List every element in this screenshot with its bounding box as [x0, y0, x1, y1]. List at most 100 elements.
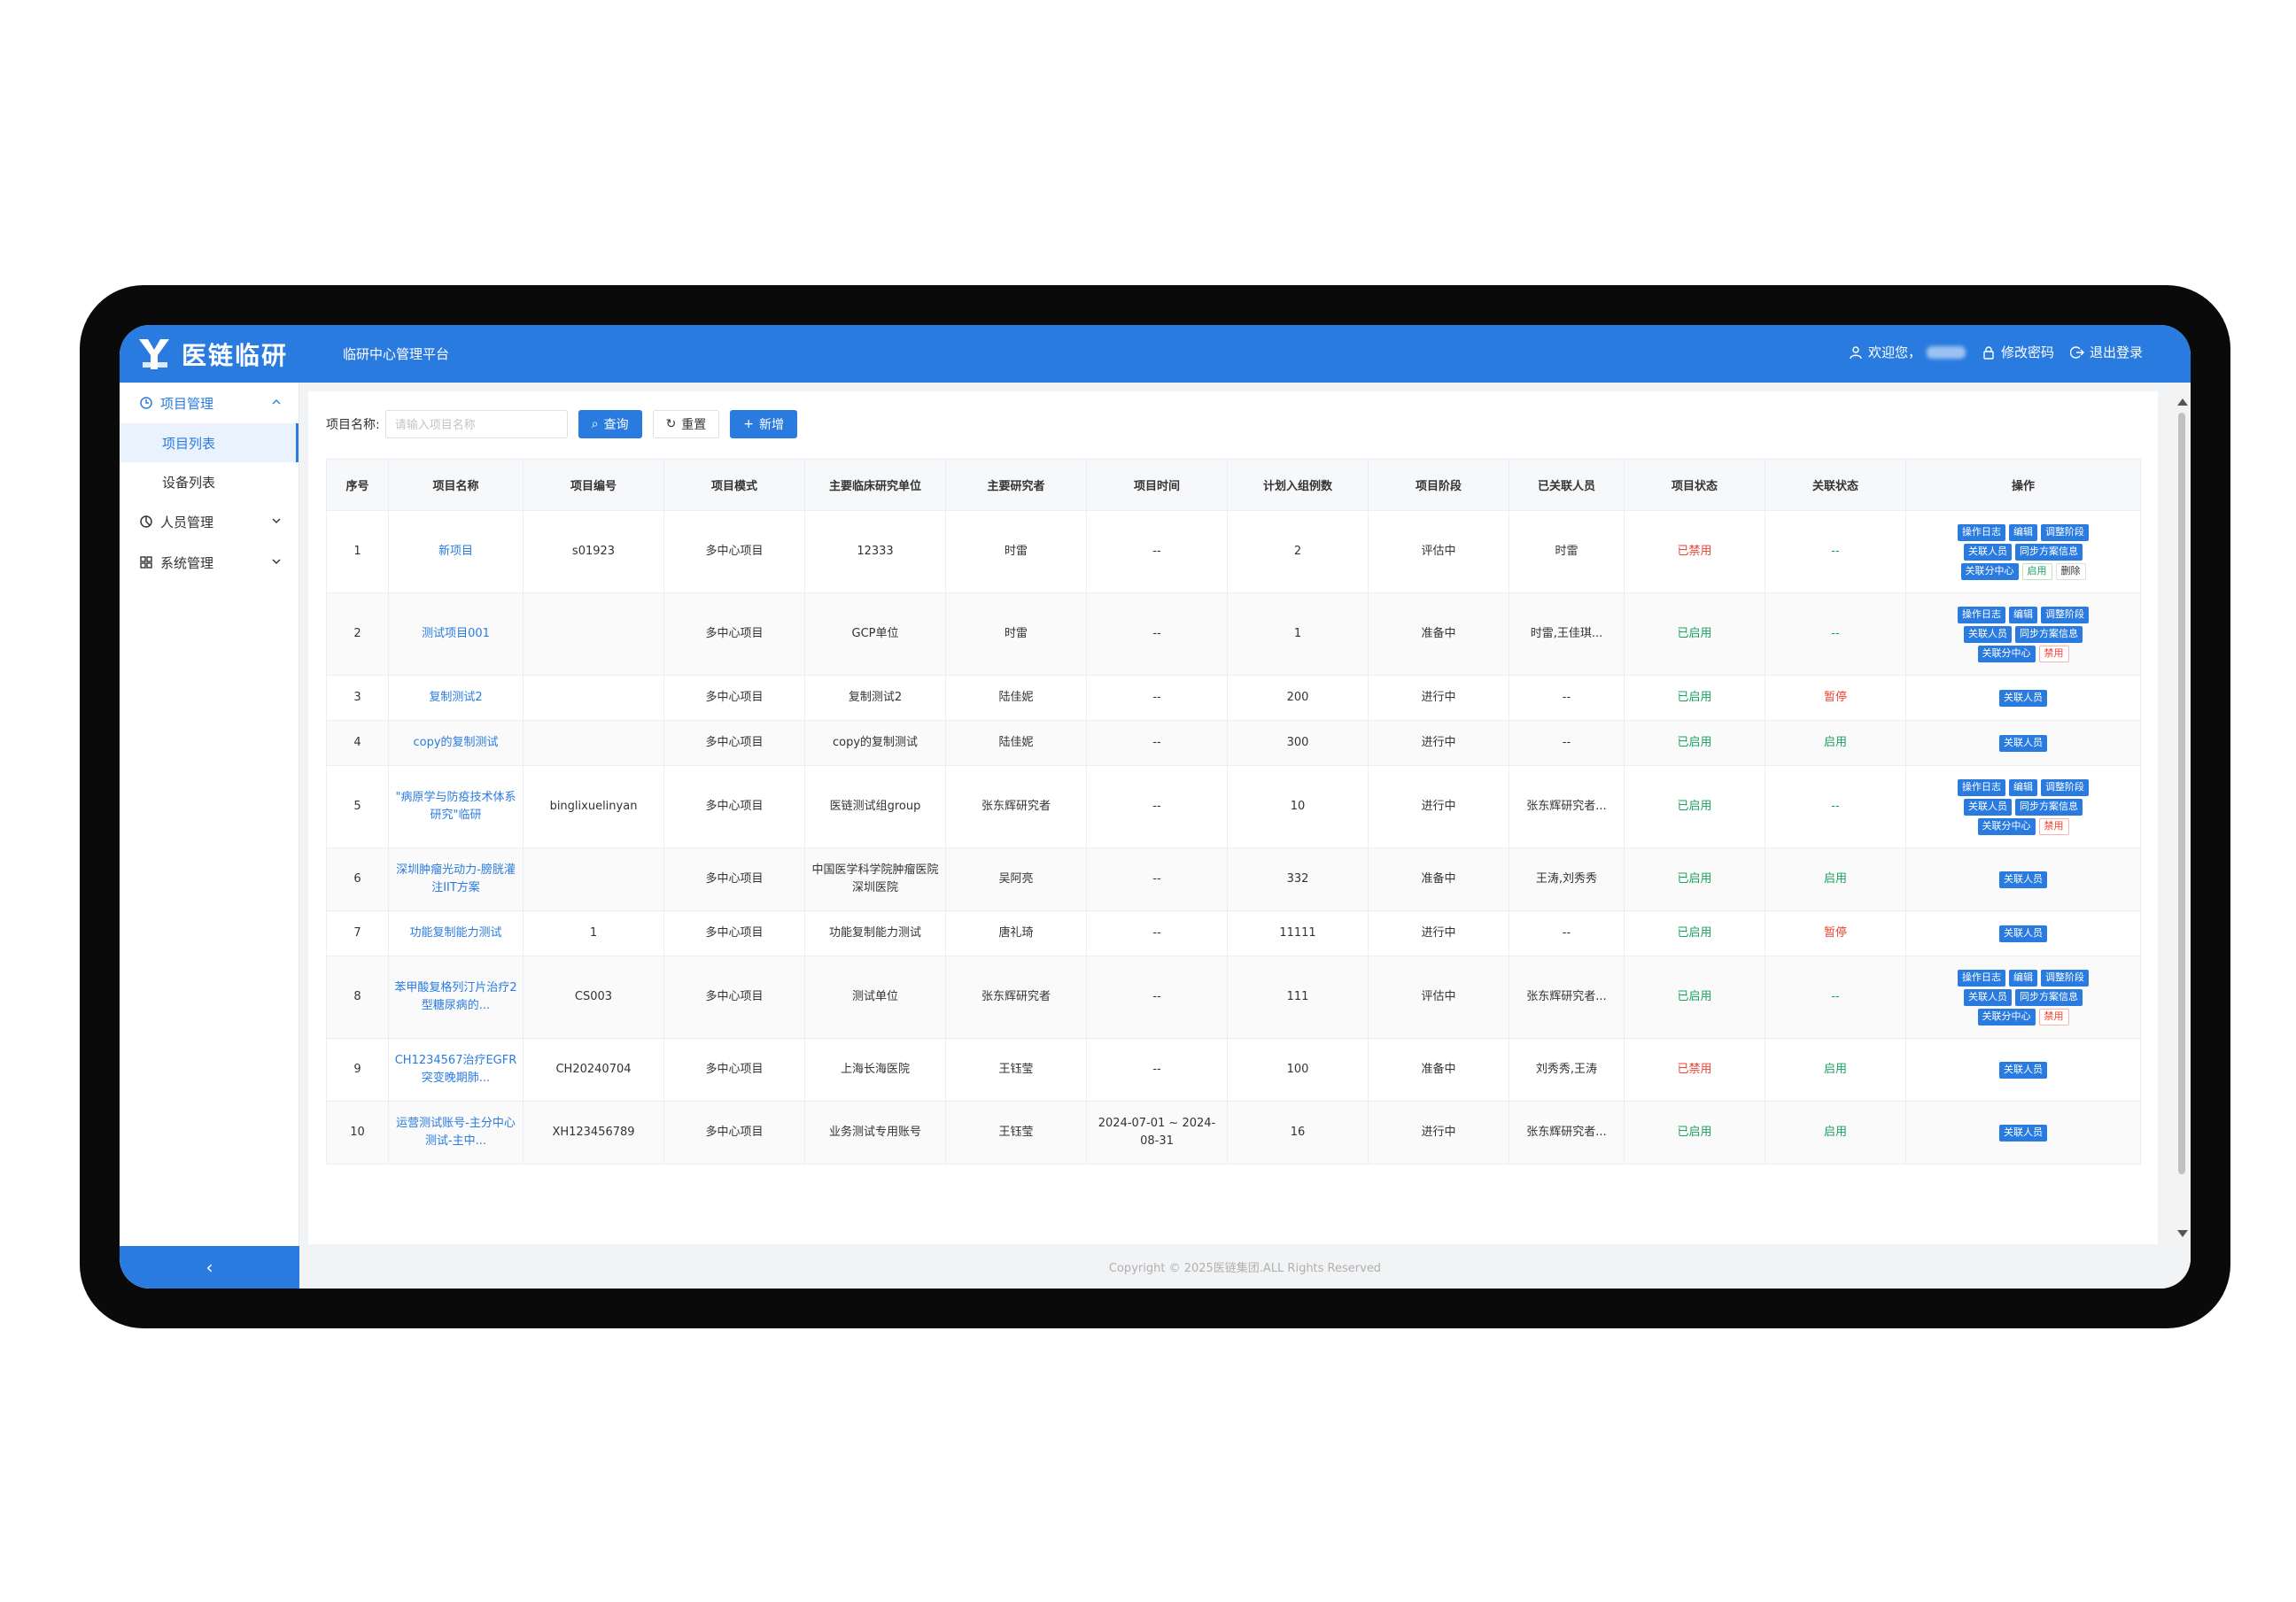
vertical-scrollbar[interactable]: [2173, 391, 2191, 1244]
link-sub-center-button[interactable]: 关联分中心: [1977, 817, 2036, 835]
linked-members-text: --: [1562, 691, 1571, 704]
project-status-text: 已启用: [1677, 1126, 1712, 1139]
edit-button[interactable]: 编辑: [2009, 606, 2037, 623]
principal-investigator: 王钰莹: [945, 1038, 1087, 1102]
project-name-input[interactable]: [384, 410, 568, 438]
project-name-link[interactable]: CH1234567治疗EGFR突变晚期肺...: [388, 1038, 524, 1102]
scrollbar-thumb[interactable]: [2178, 413, 2185, 1174]
link-members-button[interactable]: 关联人员: [1999, 925, 2047, 942]
project-name-link[interactable]: 深圳肿瘤光动力-膀胱灌注IIT方案: [388, 847, 524, 911]
row-actions: 操作日志 编辑 调整阶段关联人员 同步方案信息 关联分中心 禁用: [1905, 765, 2141, 848]
adjust-stage-button[interactable]: 调整阶段: [2041, 778, 2089, 796]
project-status-text: 已启用: [1677, 800, 1712, 813]
project-mode: 多中心项目: [663, 765, 805, 848]
add-button[interactable]: + 新增: [730, 410, 798, 438]
link-sub-center-button[interactable]: 关联分中心: [1977, 1008, 2036, 1025]
project-name-link-text: 深圳肿瘤光动力-膀胱灌注IIT方案: [396, 863, 516, 894]
delete-button[interactable]: 删除: [2055, 562, 2086, 580]
adjust-stage-button[interactable]: 调整阶段: [2041, 523, 2089, 541]
edit-button[interactable]: 编辑: [2009, 523, 2037, 541]
toggle-status-button[interactable]: 禁用: [2038, 1008, 2069, 1025]
link-members-button[interactable]: 关联人员: [1999, 734, 2047, 752]
operation-log-button[interactable]: 操作日志: [1958, 523, 2005, 541]
project-mode: 多中心项目: [663, 720, 805, 766]
row-index: 10: [326, 1101, 389, 1165]
sync-plan-button[interactable]: 同步方案信息: [2015, 988, 2083, 1006]
sync-plan-button[interactable]: 同步方案信息: [2015, 798, 2083, 816]
operation-log-button[interactable]: 操作日志: [1958, 606, 2005, 623]
table-row: 1 新项目 s01923 多中心项目 12333 时雷 -- 2 评估中 时雷 已禁用 -- 操作日志编…: [326, 510, 2141, 593]
project-status-text: 已启用: [1677, 627, 1712, 640]
link-members-button[interactable]: 关联人员: [1964, 543, 2012, 561]
scroll-up-icon[interactable]: [2177, 399, 2188, 406]
link-members-button[interactable]: 关联人员: [1964, 798, 2012, 816]
link-status-text: 暂停: [1823, 926, 1847, 940]
linked-members-text: --: [1562, 736, 1571, 749]
link-members-button[interactable]: 关联人员: [1999, 1124, 2047, 1142]
project-name-link[interactable]: 复制测试2: [388, 675, 524, 721]
project-status-text: 已启用: [1677, 736, 1712, 749]
principal-investigator: 陆佳妮: [945, 675, 1087, 721]
linked-members: --: [1509, 675, 1625, 721]
link-members-button[interactable]: 关联人员: [1999, 1061, 2047, 1079]
link-sub-center-button[interactable]: 关联分中心: [1977, 645, 2036, 662]
user-welcome[interactable]: 欢迎您，: [1849, 343, 1966, 361]
project-stage: 评估中: [1368, 956, 1509, 1039]
toggle-status-button[interactable]: 启用: [2021, 562, 2052, 580]
planned-enrollment-text: 111: [1286, 990, 1309, 1003]
content-panel: 项目名称: ⌕ 查询 ↻ 重置 + 新增: [308, 391, 2158, 1244]
scroll-down-icon[interactable]: [2177, 1230, 2188, 1237]
adjust-stage-button[interactable]: 调整阶段: [2041, 969, 2089, 987]
link-status-text: 启用: [1823, 1063, 1847, 1076]
link-members-button[interactable]: 关联人员: [1964, 988, 2012, 1006]
link-status: --: [1765, 956, 1906, 1039]
research-unit: 测试单位: [804, 956, 946, 1039]
change-password-link[interactable]: 修改密码: [1982, 343, 2054, 361]
project-name-link[interactable]: 测试项目001: [388, 592, 524, 676]
table-row: 5 "病原学与防疫技术体系研究"临研 binglixuelinyan 多中心项目 医链测…: [326, 765, 2141, 848]
project-name-link[interactable]: 功能复制能力测试: [388, 910, 524, 956]
logout-link[interactable]: 退出登录: [2069, 343, 2143, 361]
sidebar-item-project-list[interactable]: 项目列表: [120, 423, 299, 462]
project-name-link[interactable]: 新项目: [388, 510, 524, 593]
sidebar-group-system[interactable]: 系统管理: [120, 542, 299, 583]
edit-button[interactable]: 编辑: [2009, 778, 2037, 796]
project-time: --: [1086, 910, 1228, 956]
sync-plan-button[interactable]: 同步方案信息: [2015, 625, 2083, 643]
research-unit-text: 复制测试2: [848, 691, 903, 704]
link-sub-center-button[interactable]: 关联分中心: [1960, 562, 2019, 580]
edit-button[interactable]: 编辑: [2009, 969, 2037, 987]
toggle-status-button[interactable]: 禁用: [2038, 817, 2069, 835]
link-members-button[interactable]: 关联人员: [1999, 689, 2047, 707]
planned-enrollment-text: 200: [1286, 691, 1309, 704]
reset-button[interactable]: ↻ 重置: [652, 410, 720, 438]
operation-log-button[interactable]: 操作日志: [1958, 969, 2005, 987]
system-icon: [140, 556, 152, 569]
column-header: 已关联人员: [1509, 459, 1625, 511]
link-status: --: [1765, 510, 1906, 593]
link-status: --: [1765, 592, 1906, 676]
project-time: --: [1086, 675, 1228, 721]
welcome-text: 欢迎您，: [1867, 344, 1921, 360]
project-name-link[interactable]: "病原学与防疫技术体系研究"临研: [388, 765, 524, 848]
sidebar-collapse-button[interactable]: ‹: [120, 1246, 299, 1289]
footer-copyright: Copyright © 2025医链集团.ALL Rights Reserved: [1108, 1261, 1382, 1275]
sync-plan-button[interactable]: 同步方案信息: [2015, 543, 2083, 561]
query-button[interactable]: ⌕ 查询: [578, 410, 642, 438]
sidebar-item-device-list[interactable]: 设备列表: [120, 462, 299, 501]
project-mode: 多中心项目: [663, 956, 805, 1039]
project-name-link[interactable]: 运营测试账号-主分中心测试-主中...: [388, 1101, 524, 1165]
project-name-link[interactable]: 苯甲酸复格列汀片治疗2型糖尿病的...: [388, 956, 524, 1039]
project-name-link[interactable]: copy的复制测试: [388, 720, 524, 766]
link-members-button[interactable]: 关联人员: [1964, 625, 2012, 643]
research-unit-text: 功能复制能力测试: [828, 926, 921, 940]
link-members-button[interactable]: 关联人员: [1999, 871, 2047, 888]
sidebar-group-project[interactable]: 项目管理: [120, 383, 299, 423]
principal-investigator-text: 时雷: [1004, 545, 1028, 558]
toggle-status-button[interactable]: 禁用: [2038, 645, 2069, 662]
adjust-stage-button[interactable]: 调整阶段: [2041, 606, 2089, 623]
sidebar-group-people[interactable]: 人员管理: [120, 501, 299, 542]
table-row: 7 功能复制能力测试 1 多中心项目 功能复制能力测试 唐礼琦 -- 11111 进行中 -- 已启…: [326, 910, 2141, 956]
operation-log-button[interactable]: 操作日志: [1958, 778, 2005, 796]
project-mode: 多中心项目: [663, 910, 805, 956]
